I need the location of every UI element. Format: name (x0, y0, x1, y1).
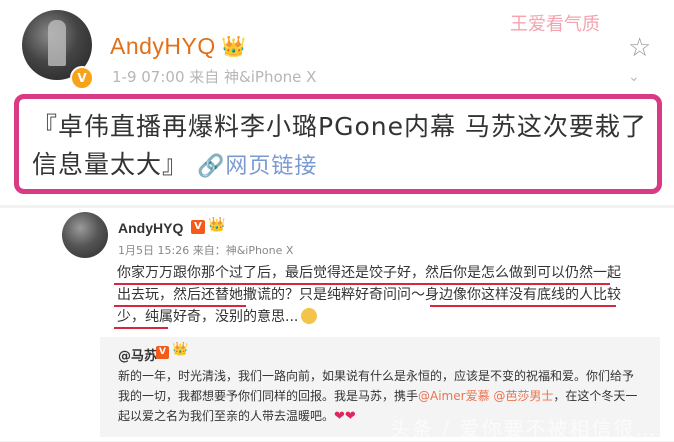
verified-badge-icon: V (70, 66, 94, 90)
crown-emoji-icon: 👑 (221, 34, 246, 58)
post-meta: 1-9 07:00 来自 神&iPhone X (112, 68, 317, 86)
username[interactable]: AndyHYQ (110, 33, 216, 60)
post-text: 你家万万跟你那个过了后，最后觉得还是饺子好，然后你是怎么做到可以仍然一起出去玩，… (117, 262, 627, 328)
username[interactable]: AndyHYQ (118, 220, 183, 236)
crown-emoji-icon: 👑 (172, 342, 189, 357)
web-link[interactable]: 网页链接 (225, 154, 317, 179)
underline-mark (114, 327, 168, 329)
watermark: 头条 / 爱你要不被相信很… (390, 417, 658, 441)
quoted-headline-text: 『卓伟直播再爆料李小璐PGone内幕 马苏这次要栽了 信息量太大』 (32, 112, 647, 179)
chevron-down-icon[interactable]: ⌄ (628, 69, 640, 85)
brand-logo: 王爱看气质 (510, 14, 600, 35)
star-icon[interactable]: ☆ (628, 33, 651, 63)
crown-emoji-icon: 👑 (208, 217, 226, 233)
verified-badge-icon: V (191, 220, 205, 234)
avatar-figure (48, 20, 66, 66)
link-icon: 🔗 (196, 154, 226, 179)
smile-emoji-icon (301, 308, 318, 324)
underline-mark (114, 305, 246, 307)
mention-link[interactable]: @Aimer爱慕 (418, 389, 490, 403)
post-body-text: 你家万万跟你那个过了后，最后觉得还是饺子好，然后你是怎么做到可以仍然一起出去玩，… (117, 265, 621, 325)
avatar[interactable] (62, 212, 108, 258)
underline-mark (430, 305, 616, 307)
post-meta: 1月5日 15:26 来自：神&iPhone X (118, 244, 294, 257)
quoted-headline[interactable]: 『卓伟直播再爆料李小璐PGone内幕 马苏这次要栽了 信息量太大』 🔗网页链接 (32, 108, 662, 186)
mention-link[interactable]: @芭莎男士 (493, 389, 553, 403)
heart-emoji-icon: ❤❤ (334, 409, 356, 424)
reply-username[interactable]: @马苏 (118, 345, 157, 364)
underline-mark (114, 283, 610, 285)
verified-badge-icon: V (156, 346, 169, 359)
